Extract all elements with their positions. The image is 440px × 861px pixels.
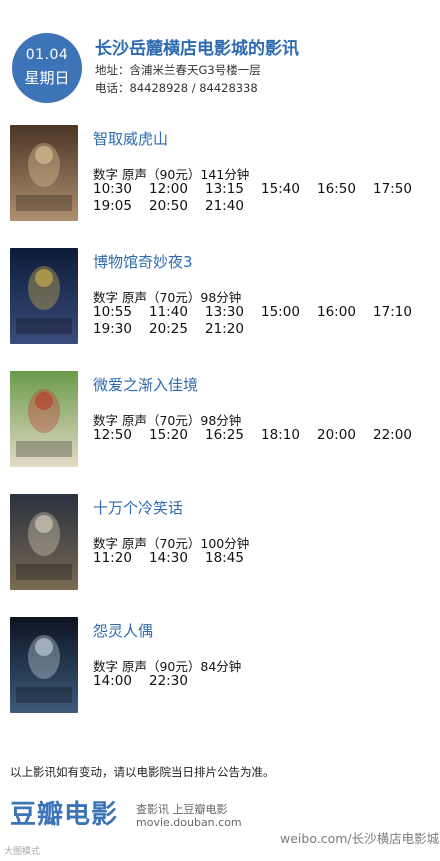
showtime[interactable]: 21:40 xyxy=(205,198,244,214)
showtime[interactable]: 13:30 xyxy=(205,304,244,320)
douban-movie-logo[interactable]: 豆瓣电影 xyxy=(10,794,118,831)
movie-item[interactable]: 博物馆奇妙夜3 数字 原声（70元）98分钟 10:55 11:40 13:30 15:0… xyxy=(0,248,440,348)
date-text: 01.04 xyxy=(25,47,69,63)
watermark-right: weibo.com/长沙横店电影城 xyxy=(280,831,440,846)
showtime[interactable]: 13:15 xyxy=(205,181,244,197)
showtime[interactable]: 17:50 xyxy=(373,181,412,197)
showtime[interactable]: 11:40 xyxy=(149,304,188,320)
showtime[interactable]: 15:20 xyxy=(149,427,188,443)
showtime[interactable]: 17:10 xyxy=(373,304,412,320)
movie-title[interactable]: 博物馆奇妙夜3 xyxy=(93,251,193,272)
schedule-notice: 以上影讯如有变动，请以电影院当日排片公告为准。 xyxy=(10,765,275,779)
watermark-left: 大图模式 xyxy=(4,847,41,857)
showtime[interactable]: 12:00 xyxy=(149,181,188,197)
showtime[interactable]: 16:25 xyxy=(205,427,244,443)
showtime[interactable]: 10:30 xyxy=(93,181,132,197)
movie-poster[interactable] xyxy=(10,125,78,221)
showtime[interactable]: 15:00 xyxy=(261,304,300,320)
movie-item[interactable]: 智取威虎山 数字 原声（90元）141分钟 10:30 12:00 13:15 15:40… xyxy=(0,125,440,225)
showtime[interactable]: 16:00 xyxy=(317,304,356,320)
movie-title[interactable]: 微爱之渐入佳境 xyxy=(93,374,198,395)
movie-title[interactable]: 怨灵人偶 xyxy=(93,620,153,641)
movie-poster[interactable] xyxy=(10,371,78,467)
showtime[interactable]: 20:00 xyxy=(317,427,356,443)
weekday-text: 星期日 xyxy=(24,69,70,87)
cinema-header: 01.04 星期日 长沙岳麓横店电影城的影讯 地址：含浦米兰春天G3号楼一层 电… xyxy=(0,0,440,110)
showtime[interactable]: 22:00 xyxy=(373,427,412,443)
movie-item[interactable]: 微爱之渐入佳境 数字 原声（70元）98分钟 12:50 15:20 16:25 18:1… xyxy=(0,371,440,471)
movie-item[interactable]: 十万个冷笑话 数字 原声（70元）100分钟 11:20 14:30 18:45 xyxy=(0,494,440,594)
showtime[interactable]: 20:25 xyxy=(149,321,188,337)
movie-poster[interactable] xyxy=(10,494,78,590)
cinema-phone: 电话：84428928 / 84428338 xyxy=(95,81,258,95)
date-badge: 01.04 星期日 xyxy=(12,33,82,103)
movie-poster[interactable] xyxy=(10,617,78,713)
showtime[interactable]: 11:20 xyxy=(93,550,132,566)
showtime[interactable]: 19:30 xyxy=(93,321,132,337)
showtime[interactable]: 14:30 xyxy=(149,550,188,566)
showtime[interactable]: 21:20 xyxy=(205,321,244,337)
movie-title[interactable]: 十万个冷笑话 xyxy=(93,497,183,518)
movie-poster[interactable] xyxy=(10,248,78,344)
showtime[interactable]: 22:30 xyxy=(149,673,188,689)
movie-item[interactable]: 怨灵人偶 数字 原声（90元）84分钟 14:00 22:30 xyxy=(0,617,440,717)
douban-url[interactable]: movie.douban.com xyxy=(136,816,242,829)
showtime[interactable]: 15:40 xyxy=(261,181,300,197)
cinema-name: 长沙岳麓横店电影城的影讯 xyxy=(95,39,299,59)
cinema-address: 地址：含浦米兰春天G3号楼一层 xyxy=(95,63,261,77)
showtime[interactable]: 16:50 xyxy=(317,181,356,197)
showtime[interactable]: 12:50 xyxy=(93,427,132,443)
showtime[interactable]: 20:50 xyxy=(149,198,188,214)
showtime[interactable]: 14:00 xyxy=(93,673,132,689)
douban-links[interactable]: 查影讯 上豆瓣电影 xyxy=(136,801,228,817)
showtime[interactable]: 19:05 xyxy=(93,198,132,214)
showtime[interactable]: 18:10 xyxy=(261,427,300,443)
movie-title[interactable]: 智取威虎山 xyxy=(93,128,168,149)
showtime[interactable]: 10:55 xyxy=(93,304,132,320)
douban-footer: 豆瓣电影 查影讯 上豆瓣电影 movie.douban.com 大图模式 wei… xyxy=(0,790,440,861)
showtime[interactable]: 18:45 xyxy=(205,550,244,566)
